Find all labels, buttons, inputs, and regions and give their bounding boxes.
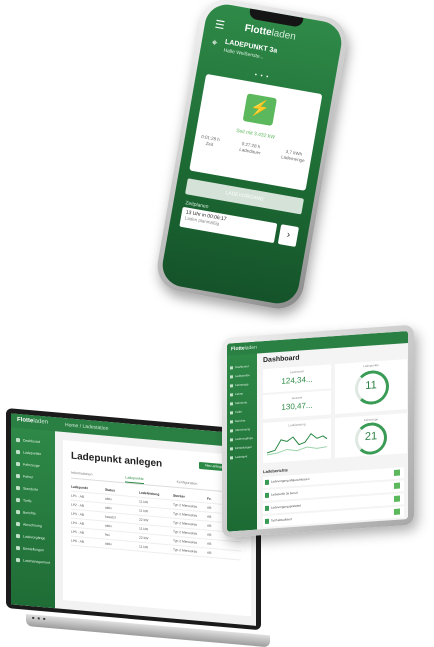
kpi-1-value: 124,34... [281,374,313,386]
charging-card: ⚡ Seit mit 3.432 kW 0:01:28 h Zeit 0:27:28… [189,73,323,191]
table-cell: Typ 2 Mennekes [173,547,198,554]
tablet-nav: Dashboard Ladepunkte Fahrzeuge Fahrer Stando… [229,362,256,463]
go-icon[interactable] [394,495,400,502]
go-icon[interactable] [394,482,400,489]
schedule-card[interactable]: 13 Uhr in 00:06:17 Laden planmäßig [179,206,278,244]
tablet-sidebar: Dashboard Ladepunkte Fahrzeuge Fahrer Stando… [227,341,257,532]
kpi-2-value: 130,47... [281,400,313,412]
chart-card[interactable]: Ladeleistung [263,418,331,464]
kpi-card-2[interactable]: Gesamt 130,47... [263,390,331,420]
kpi-card-1[interactable]: Ladestrom 124,34... [263,364,331,394]
ring-2-value: 21 [364,430,378,444]
go-icon[interactable] [394,508,400,515]
phone-mockup: ☰ Flotteladen ⌖ LADEPUNKT 3a Halle Weiße… [153,0,351,313]
laptop-nav: Dashboard Ladepunkte Fahrzeuge Fahrer Stando… [15,434,53,569]
go-icon[interactable] [394,469,400,476]
breadcrumb: Home / Ladestation [65,422,109,432]
tab[interactable]: Ladepunkte [125,475,144,485]
list-item-label: Ladevorgang gestartet [271,503,302,510]
list-item-label: Ladepunkt 3a bereit [271,490,298,497]
plug-icon: ⚡ [242,93,278,127]
table-cell: aktiv [105,541,112,547]
tab[interactable]: Konfiguration [177,480,198,489]
list-item-label: Tarif aktualisiert [271,517,292,523]
table-cell: 11 kW [139,544,149,550]
tablet-logo: Flotteladen [231,344,257,353]
dashboard-title: Dashboard [263,354,300,365]
stat-item: 0:01:28 h Zeit [200,134,220,149]
pager-dots[interactable]: • • • [254,72,269,80]
table-cell: LP6 - AB [71,538,85,544]
laptop-sidebar: Dashboard Ladepunkte Fahrzeuge Fahrer Stando… [11,413,55,609]
list-item-label: Ladevorgang abgeschlossen [271,476,310,484]
tablet-screen: Dashboard Ladepunkte Fahrzeuge Fahrer Stando… [227,330,408,532]
sidebar-item[interactable]: Lastmanagement [15,554,53,569]
ring-card-2[interactable]: Fahrzeuge 21 [335,413,407,459]
section-title: Ladeberichte [263,467,288,475]
sidebar-item[interactable]: Lastmgmt [229,452,256,463]
page-title: Ladepunkt anlegen [71,450,163,470]
table-cell: AB [207,550,212,555]
laptop-logo: Flotteladen [17,416,49,426]
location-icon: ⌖ [210,37,219,50]
laptop-table: Ladepunkt Status Ladeleistung Stecker Fz. LP1… [71,482,241,561]
tab[interactable]: Informationen [71,471,92,480]
stat-item: 3,7 kWh Lademenge [281,148,307,164]
line-chart [267,433,327,456]
phone-logo: Flotteladen [243,22,297,43]
ring-1-label: Ladepunkte [363,363,379,369]
stat-item: 0:27:28 h Ladedauer [239,141,262,157]
chevron-right-icon[interactable]: › [277,224,299,247]
phone-screen: ☰ Flotteladen ⌖ LADEPUNKT 3a Halle Weiße… [159,1,345,307]
report-list: Ladevorgang abgeschlossen Ladepunkt 3a be… [263,467,404,529]
chart-label: Ladeleistung [288,422,306,428]
tablet-main: Dashboard Ladestrom 124,34... Gesamt 130… [263,347,407,528]
tablet-mockup: Dashboard Ladepunkte Fahrzeuge Fahrer Stando… [222,324,414,538]
laptop-screen: Dashboard Ladepunkte Fahrzeuge Fahrer Stando… [11,413,256,626]
ring-card-1[interactable]: Ladepunkte 11 [335,359,407,415]
ring-1-value: 11 [365,379,377,392]
menu-icon[interactable]: ☰ [214,18,226,33]
